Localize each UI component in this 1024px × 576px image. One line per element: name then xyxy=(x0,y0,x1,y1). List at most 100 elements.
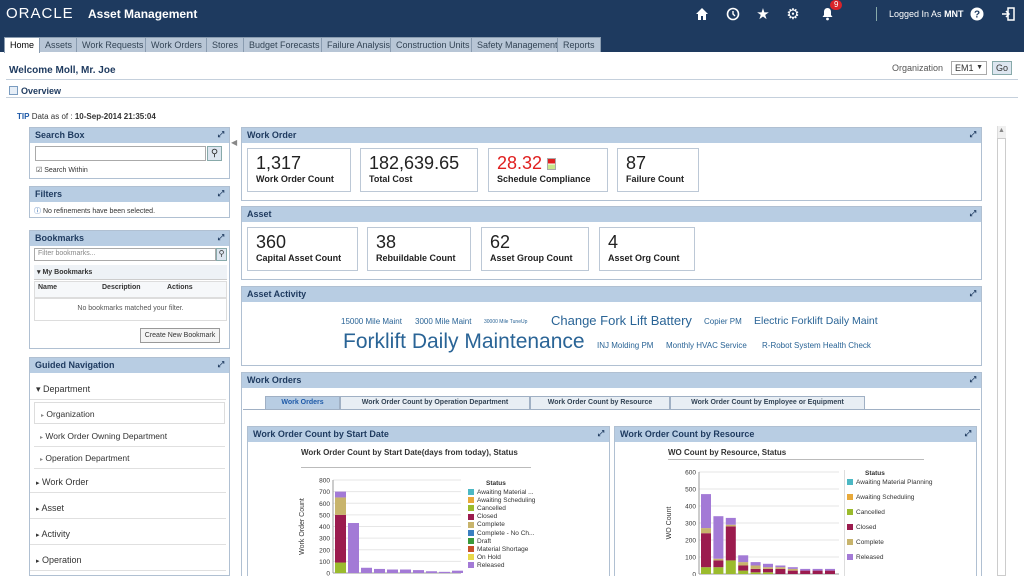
bar-segment xyxy=(725,517,736,525)
legend-label: Complete xyxy=(477,521,505,529)
legend-entry[interactable]: Awaiting Scheduling xyxy=(468,497,535,504)
filter-bookmarks-input[interactable]: Filter bookmarks... xyxy=(34,248,216,261)
activity-tag[interactable]: Forklift Daily Maintenance xyxy=(343,330,585,354)
activity-tag[interactable]: Copier PM xyxy=(704,317,742,326)
maximize-icon[interactable]: ⤢ xyxy=(216,233,226,243)
tab-work-requests[interactable]: Work Requests xyxy=(76,37,150,52)
maximize-icon[interactable]: ⤢ xyxy=(596,429,606,439)
legend-entry[interactable]: Awaiting Material Planning xyxy=(847,479,932,486)
legend-entry[interactable]: Awaiting Material ... xyxy=(468,489,534,496)
clock-icon[interactable] xyxy=(723,4,743,24)
legend-entry[interactable]: Closed xyxy=(468,513,497,520)
search-icon[interactable]: ⚲ xyxy=(216,248,227,261)
subtab-work-order-count-by-employee-or-equipment[interactable]: Work Order Count by Employee or Equipmen… xyxy=(670,396,865,410)
maximize-icon[interactable]: ⤢ xyxy=(216,360,226,370)
home-icon[interactable] xyxy=(692,4,712,24)
favorites-star-icon[interactable]: ★ xyxy=(753,4,773,24)
tab-construction-units[interactable]: Construction Units xyxy=(390,37,476,52)
my-bookmarks-header[interactable]: ▾ My Bookmarks xyxy=(34,265,227,280)
tab-safety-management[interactable]: Safety Management xyxy=(471,37,564,52)
go-button[interactable]: Go xyxy=(992,61,1012,75)
tab-stores[interactable]: Stores xyxy=(206,37,245,52)
nav-item-activity[interactable]: ▸ Activity xyxy=(30,523,226,545)
legend-entry[interactable]: On Hold xyxy=(468,554,501,561)
legend-entry[interactable]: Complete - No Ch... xyxy=(468,530,534,537)
tab-work-orders[interactable]: Work Orders xyxy=(145,37,208,52)
tab-budget-forecasts[interactable]: Budget Forecasts xyxy=(243,37,326,52)
resource-chart[interactable]: WO Count 0 100 200 300 400 500 600 xyxy=(664,464,842,576)
panel-title: Work Order Count by Start Date xyxy=(253,429,389,439)
tab-reports[interactable]: Reports xyxy=(557,37,601,52)
y-tick-label: 200 xyxy=(319,547,330,554)
logged-in-label: Logged In As MNT xyxy=(889,9,964,19)
subtab-work-order-count-by-operation-department[interactable]: Work Order Count by Operation Department xyxy=(340,396,530,410)
kpi-rebuildable-count[interactable]: 38 Rebuildable Count xyxy=(367,227,471,271)
start-date-chart[interactable]: Work Order Count 0 100 200 300 400 500 600 700 80… xyxy=(297,472,469,576)
nav-item-operation[interactable]: ▸ Operation xyxy=(30,549,226,571)
legend-title: Status xyxy=(865,470,885,477)
kpi-failure-count[interactable]: 87 Failure Count xyxy=(617,148,699,192)
scrollbar-thumb[interactable] xyxy=(997,138,1006,576)
collapse-left-panel-handle[interactable]: ◀ xyxy=(231,138,237,152)
activity-tag[interactable]: 15000 Mile Maint xyxy=(341,317,402,326)
search-within-checkbox[interactable]: ☑ Search Within xyxy=(36,166,88,174)
legend-entry[interactable]: Complete xyxy=(468,521,505,528)
legend-entry[interactable]: Cancelled xyxy=(468,505,506,512)
legend-entry[interactable]: Material Shortage xyxy=(468,546,528,553)
logout-icon[interactable] xyxy=(998,4,1018,24)
nav-item-organization[interactable]: ▸ Organization xyxy=(34,402,225,424)
kpi-work-order-count[interactable]: 1,317 Work Order Count xyxy=(247,148,351,192)
legend-entry[interactable]: Draft xyxy=(468,538,491,545)
search-input[interactable] xyxy=(35,146,206,161)
collapsed-arrow-icon: ▸ xyxy=(36,480,40,487)
legend-entry[interactable]: Cancelled xyxy=(847,509,885,516)
maximize-icon[interactable]: ⤢ xyxy=(216,189,226,199)
legend-entry[interactable]: Complete xyxy=(847,539,884,546)
tab-failure-analysis[interactable]: Failure Analysis xyxy=(321,37,397,52)
kpi-asset-org-count[interactable]: 4 Asset Org Count xyxy=(599,227,695,271)
kpi-capital-asset-count[interactable]: 360 Capital Asset Count xyxy=(247,227,358,271)
activity-tag[interactable]: 3000 Mile Maint xyxy=(415,317,471,326)
legend-entry[interactable]: Awaiting Scheduling xyxy=(847,494,914,501)
legend-entry[interactable]: Released xyxy=(847,554,883,561)
activity-tag[interactable]: 30000 Mile TuneUp xyxy=(484,319,527,325)
maximize-icon[interactable]: ⤢ xyxy=(963,429,973,439)
tab-home[interactable]: Home xyxy=(4,37,41,53)
maximize-icon[interactable]: ⤢ xyxy=(216,130,226,140)
activity-tag[interactable]: R-Robot System Health Check xyxy=(762,341,871,350)
search-icon[interactable]: ⚲ xyxy=(207,146,222,161)
welcome-message: Welcome Moll, Mr. Joe xyxy=(9,65,116,76)
nav-item-work-order[interactable]: ▸ Work Order xyxy=(30,471,226,493)
kpi-asset-group-count[interactable]: 62 Asset Group Count xyxy=(481,227,589,271)
scroll-up-arrow-icon[interactable]: ▲ xyxy=(998,127,1005,134)
legend-entry[interactable]: Released xyxy=(468,562,504,569)
nav-item-department[interactable]: ▾ Department xyxy=(30,378,226,400)
create-new-bookmark-button[interactable]: Create New Bookmark xyxy=(140,328,220,343)
activity-tag[interactable]: Electric Forklift Daily Maint xyxy=(754,315,878,327)
guided-navigation-panel: Guided Navigation ⤢ ▾ Department ▸ Organi… xyxy=(29,357,230,576)
activity-tag[interactable]: INJ Molding PM xyxy=(597,341,653,350)
nav-item-operation-department[interactable]: ▸ Operation Department xyxy=(34,447,225,469)
panel-title: Work Order xyxy=(247,130,297,140)
subtab-work-order-count-by-resource[interactable]: Work Order Count by Resource xyxy=(530,396,670,410)
maximize-icon[interactable]: ⤢ xyxy=(968,375,978,385)
subtab-work-orders[interactable]: Work Orders xyxy=(265,396,340,410)
overview-link[interactable]: Overview xyxy=(21,86,61,96)
maximize-icon[interactable]: ⤢ xyxy=(968,130,978,140)
nav-item-asset[interactable]: ▸ Asset xyxy=(30,497,226,519)
tab-assets[interactable]: Assets xyxy=(39,37,79,52)
chart-title-underline xyxy=(668,459,924,460)
gear-icon[interactable]: ⚙ xyxy=(783,4,803,24)
kpi-schedule-compliance[interactable]: 28.32 Schedule Compliance xyxy=(488,148,608,192)
maximize-icon[interactable]: ⤢ xyxy=(968,289,978,299)
maximize-icon[interactable]: ⤢ xyxy=(968,209,978,219)
legend-entry[interactable]: Closed xyxy=(847,524,876,531)
organization-select[interactable]: EM1 ▼ xyxy=(951,61,987,75)
kpi-total-cost[interactable]: 182,639.65 Total Cost xyxy=(360,148,478,192)
help-icon[interactable]: ? xyxy=(967,4,987,24)
legend-label: Cancelled xyxy=(477,505,506,513)
activity-tag[interactable]: Monthly HVAC Service xyxy=(666,341,747,350)
legend-swatch xyxy=(847,509,853,516)
activity-tag[interactable]: Change Fork Lift Battery xyxy=(551,313,692,328)
nav-item-work-order-owning-department[interactable]: ▸ Work Order Owning Department xyxy=(34,425,225,447)
